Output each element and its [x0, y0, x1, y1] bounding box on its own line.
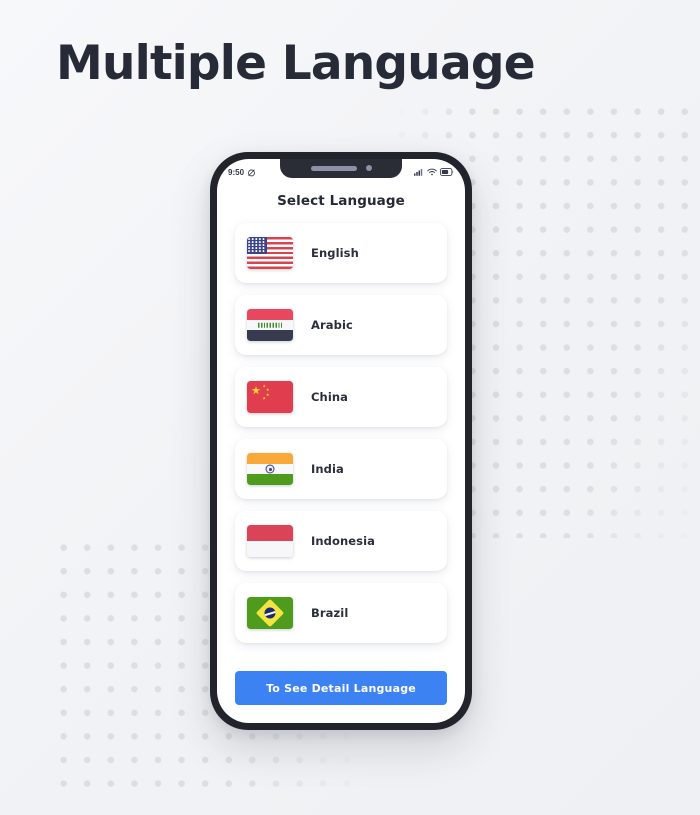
- language-label: Brazil: [311, 606, 349, 620]
- china-flag-icon: [247, 381, 293, 413]
- language-row-english[interactable]: English: [235, 223, 447, 283]
- india-flag-icon: [247, 453, 293, 485]
- battery-icon: [440, 168, 454, 176]
- language-row-indonesia[interactable]: Indonesia: [235, 511, 447, 571]
- language-row-brazil[interactable]: Brazil: [235, 583, 447, 643]
- signal-bars-icon: [414, 169, 423, 176]
- detail-button-container: To See Detail Language: [217, 663, 465, 723]
- alarm-off-icon: [248, 168, 255, 176]
- phone-notch: [280, 159, 402, 178]
- language-label: English: [311, 246, 359, 260]
- phone-screen: 9:50 Select Language English Arabic Chin…: [217, 159, 465, 723]
- language-label: China: [311, 390, 349, 404]
- phone-mockup: 9:50 Select Language English Arabic Chin…: [210, 152, 472, 730]
- language-row-india[interactable]: India: [235, 439, 447, 499]
- wifi-icon: [426, 168, 437, 176]
- brazil-flag-icon: [247, 597, 293, 629]
- language-label: Indonesia: [311, 534, 376, 548]
- status-bar-time: 9:50: [228, 167, 245, 177]
- language-row-arabic[interactable]: Arabic: [235, 295, 447, 355]
- page-title: Multiple Language: [56, 36, 536, 91]
- united-states-flag-icon: [247, 237, 293, 269]
- language-list: English Arabic China India Indonesia Bra…: [217, 209, 465, 663]
- speaker-grille-icon: [310, 165, 357, 171]
- indonesia-flag-icon: [247, 525, 293, 557]
- language-label: India: [311, 462, 344, 476]
- language-label: Arabic: [311, 318, 353, 332]
- language-row-china[interactable]: China: [235, 367, 447, 427]
- front-camera-icon: [365, 165, 372, 171]
- screen-title: Select Language: [277, 193, 405, 209]
- see-detail-language-button[interactable]: To See Detail Language: [235, 671, 447, 705]
- iraq-flag-icon: [247, 309, 293, 341]
